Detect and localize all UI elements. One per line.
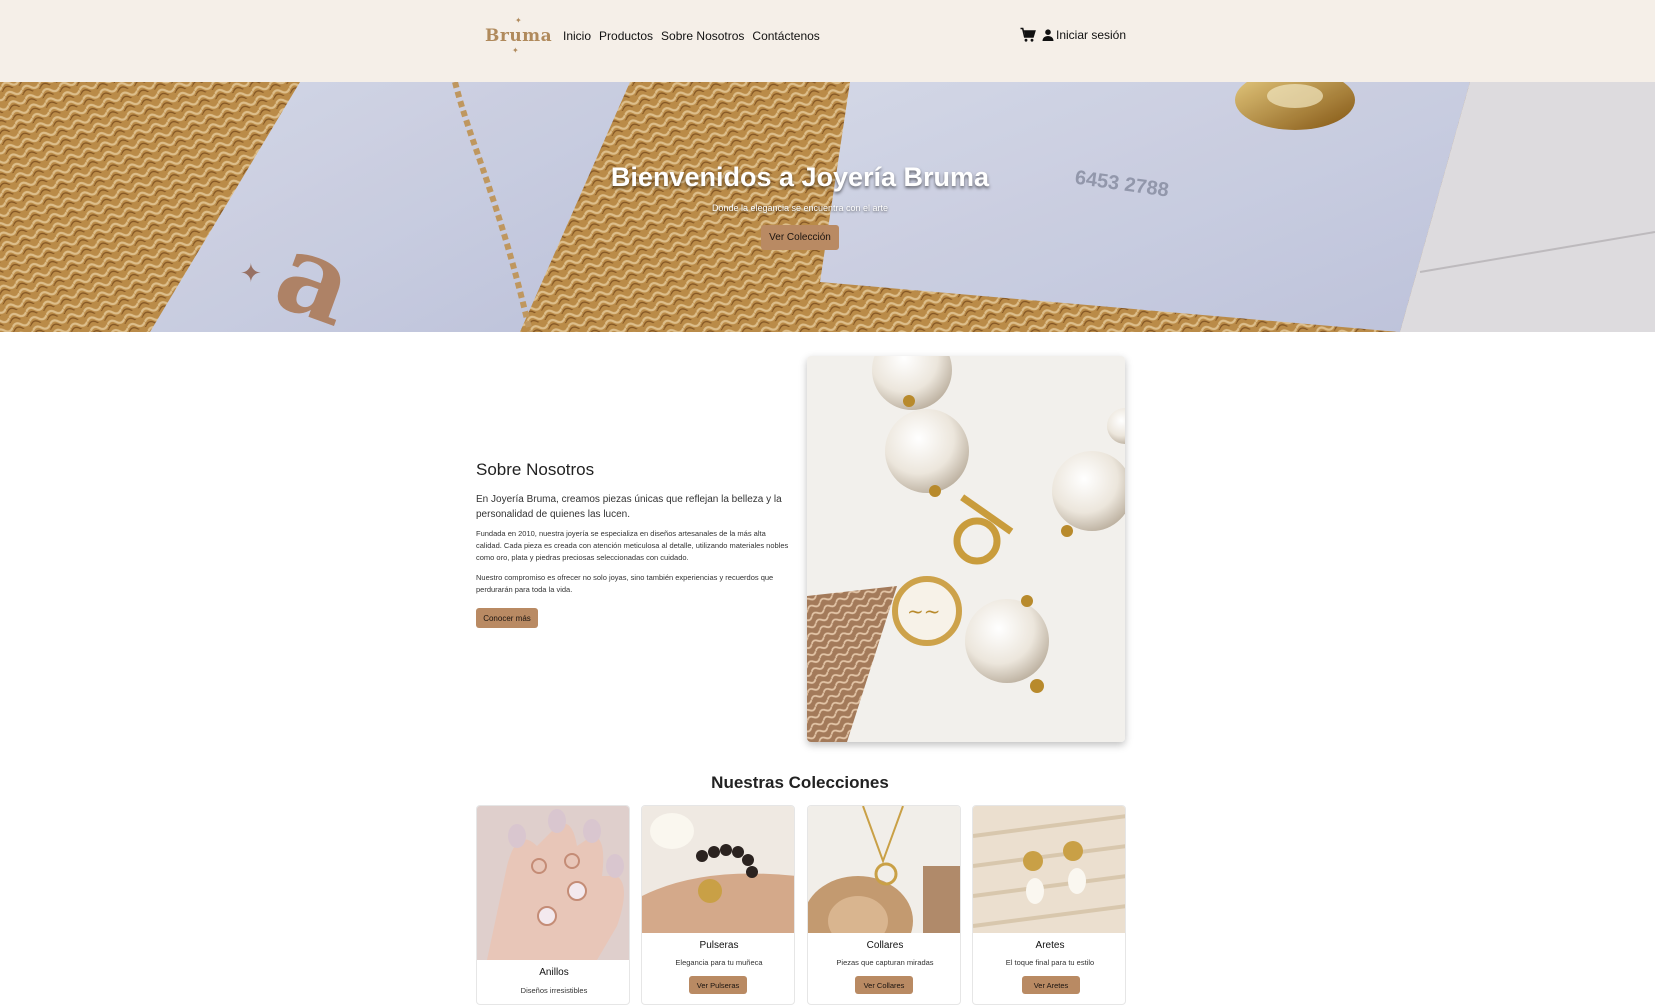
- about-title: Sobre Nosotros: [476, 460, 595, 479]
- about-image-necklace: ~~: [807, 356, 1125, 742]
- collection-title: Aretes: [1035, 940, 1065, 951]
- collection-title: Anillos: [539, 967, 569, 978]
- logo-text: Bruma: [485, 26, 553, 46]
- nav-link-contactenos[interactable]: Contáctenos: [752, 29, 819, 43]
- cart-icon[interactable]: [1020, 27, 1036, 43]
- collection-desc: El toque final para tu estilo: [1005, 958, 1095, 967]
- about-paragraph: Nuestro compromiso es ofrecer no solo jo…: [476, 573, 774, 594]
- collection-card-anillos[interactable]: Anillos Diseños irresistibles: [476, 805, 630, 1005]
- nav-actions: Iniciar sesión: [1020, 27, 1126, 43]
- collection-title: Collares: [866, 940, 904, 951]
- view-bracelets-button[interactable]: Ver Pulseras: [689, 976, 747, 994]
- about-section: Sobre Nosotros En Joyería Bruma, creamos…: [476, 460, 792, 628]
- hero-banner: a ✦ 6453 2788 Bienvenidos a Joyería Brum…: [0, 82, 1655, 332]
- user-icon: [1042, 29, 1054, 41]
- collection-image-necklaces: [808, 806, 960, 933]
- collection-desc: Diseños irresistibles: [520, 986, 588, 995]
- logo-star-icon: ✦: [515, 16, 522, 25]
- nav-link-inicio[interactable]: Inicio: [563, 29, 591, 43]
- main-nav: Inicio Productos Sobre Nosotros Contácte…: [563, 29, 820, 43]
- view-earrings-button[interactable]: Ver Aretes: [1022, 976, 1080, 994]
- about-lead: En Joyería Bruma, creamos piezas únicas …: [476, 494, 782, 520]
- collection-desc: Piezas que capturan miradas: [836, 958, 934, 967]
- collections-title: Nuestras Colecciones: [711, 773, 889, 792]
- learn-more-button[interactable]: Conocer más: [476, 608, 538, 628]
- collection-image-earrings: [973, 806, 1125, 933]
- collection-image-rings: [477, 806, 629, 960]
- brand-logo[interactable]: ✦ Bruma ✦: [485, 16, 552, 55]
- collection-desc: Elegancia para tu muñeca: [675, 958, 763, 967]
- collection-image-bracelets: [642, 806, 794, 933]
- login-label: Iniciar sesión: [1056, 28, 1127, 42]
- collection-title: Pulseras: [699, 940, 739, 951]
- view-necklaces-button[interactable]: Ver Collares: [855, 976, 913, 994]
- nav-link-sobre-nosotros[interactable]: Sobre Nosotros: [661, 29, 744, 43]
- about-paragraph: Fundada en 2010, nuestra joyería se espe…: [476, 529, 789, 562]
- view-collection-button[interactable]: Ver Colección: [761, 225, 839, 250]
- collection-card-collares[interactable]: Collares Piezas que capturan miradas Ver…: [807, 805, 961, 1005]
- nav-link-productos[interactable]: Productos: [599, 29, 653, 43]
- navbar: ✦ Bruma ✦ Inicio Productos Sobre Nosotro…: [0, 0, 1655, 82]
- hero-subtitle: Donde la elegancia se encuentra con el a…: [711, 203, 889, 213]
- logo-star-icon: ✦: [512, 46, 519, 55]
- collection-card-aretes[interactable]: Aretes El toque final para tu estilo Ver…: [972, 805, 1126, 1005]
- hero-title: Bienvenidos a Joyería Bruma: [610, 162, 990, 192]
- svg-text:~~: ~~: [907, 599, 941, 623]
- login-link[interactable]: Iniciar sesión: [1042, 28, 1126, 42]
- collection-card-pulseras[interactable]: Pulseras Elegancia para tu muñeca Ver Pu…: [641, 805, 795, 1005]
